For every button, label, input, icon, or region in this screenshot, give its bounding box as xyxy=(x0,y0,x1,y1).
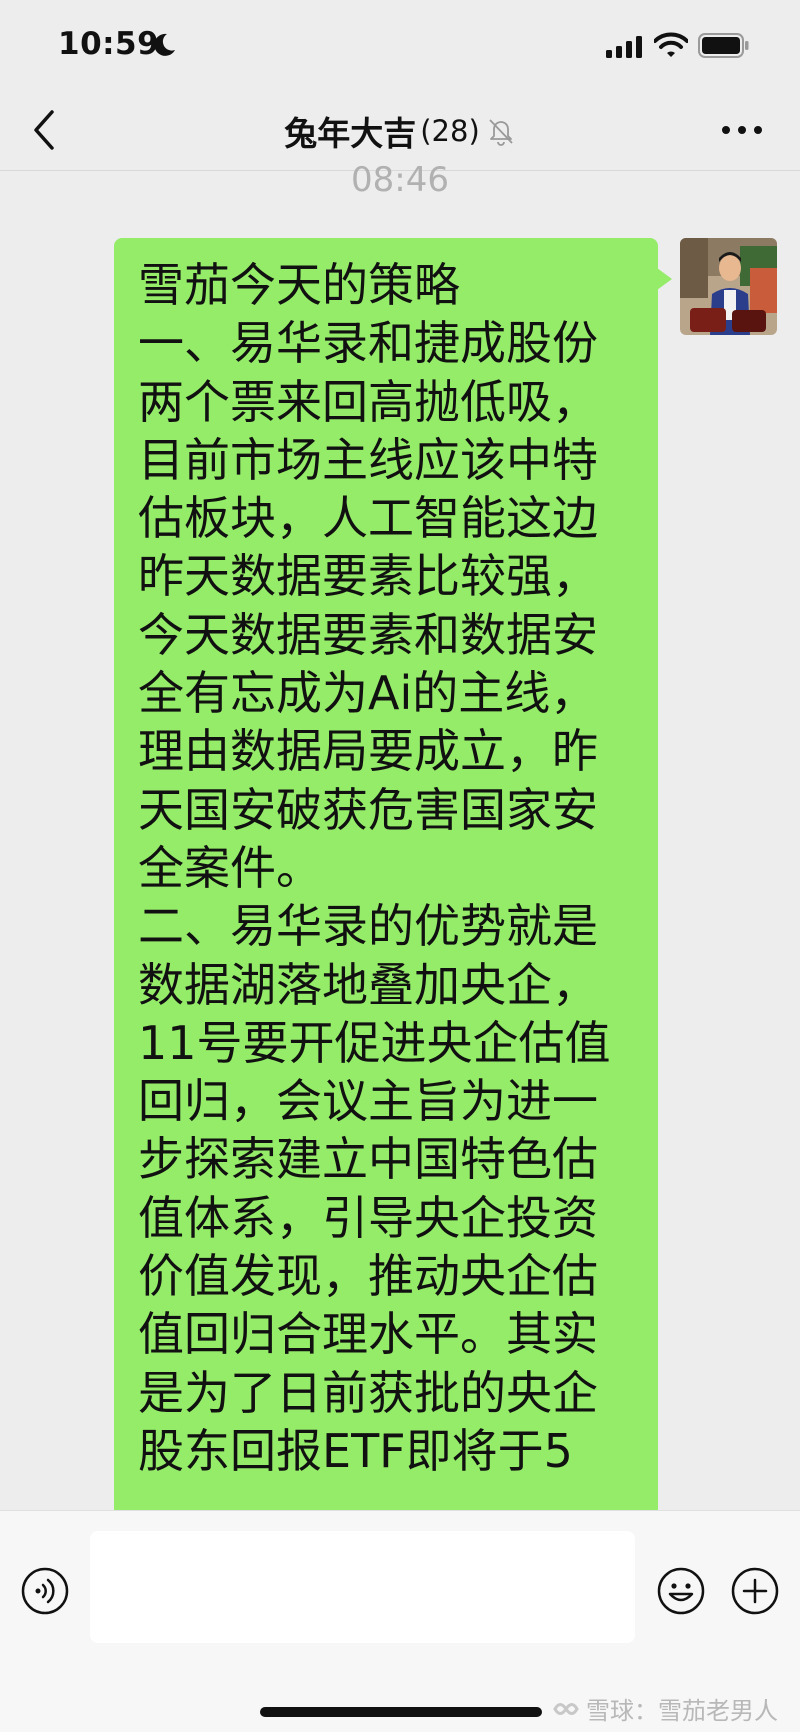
message-bubble[interactable]: 雪茄今天的策略 一、易华录和捷成股份 两个票来回高抛低吸， 目前市场主线应该中特… xyxy=(114,238,672,1538)
voice-input-icon[interactable] xyxy=(20,1566,70,1616)
watermark-text: 雪球：雪茄老男人 xyxy=(586,1697,778,1725)
add-icon[interactable] xyxy=(730,1566,780,1616)
more-options-icon[interactable] xyxy=(720,118,764,142)
cellular-signal-icon xyxy=(606,36,642,58)
status-bar: 10:59 xyxy=(0,0,800,92)
mute-bell-icon xyxy=(489,119,513,146)
message-text: 雪茄今天的策略 一、易华录和捷成股份 两个票来回高抛低吸， 目前市场主线应该中特… xyxy=(138,258,611,1478)
chat-input-bar: 雪球：雪茄老男人 xyxy=(0,1510,800,1732)
moon-icon xyxy=(154,33,175,56)
home-indicator xyxy=(260,1707,542,1717)
battery-icon xyxy=(698,33,749,58)
group-name: 兔年大吉 xyxy=(284,114,417,153)
wifi-icon xyxy=(654,32,688,57)
sender-avatar[interactable] xyxy=(680,238,777,335)
message-timestamp: 08:46 xyxy=(351,160,449,200)
watermark: 雪球：雪茄老男人 xyxy=(552,1691,778,1726)
status-time: 10:59 xyxy=(58,26,160,62)
emoji-icon[interactable] xyxy=(656,1566,706,1616)
member-count: (28) xyxy=(420,114,480,148)
xueqiu-logo-icon xyxy=(553,1702,579,1715)
message-input[interactable] xyxy=(90,1531,635,1643)
